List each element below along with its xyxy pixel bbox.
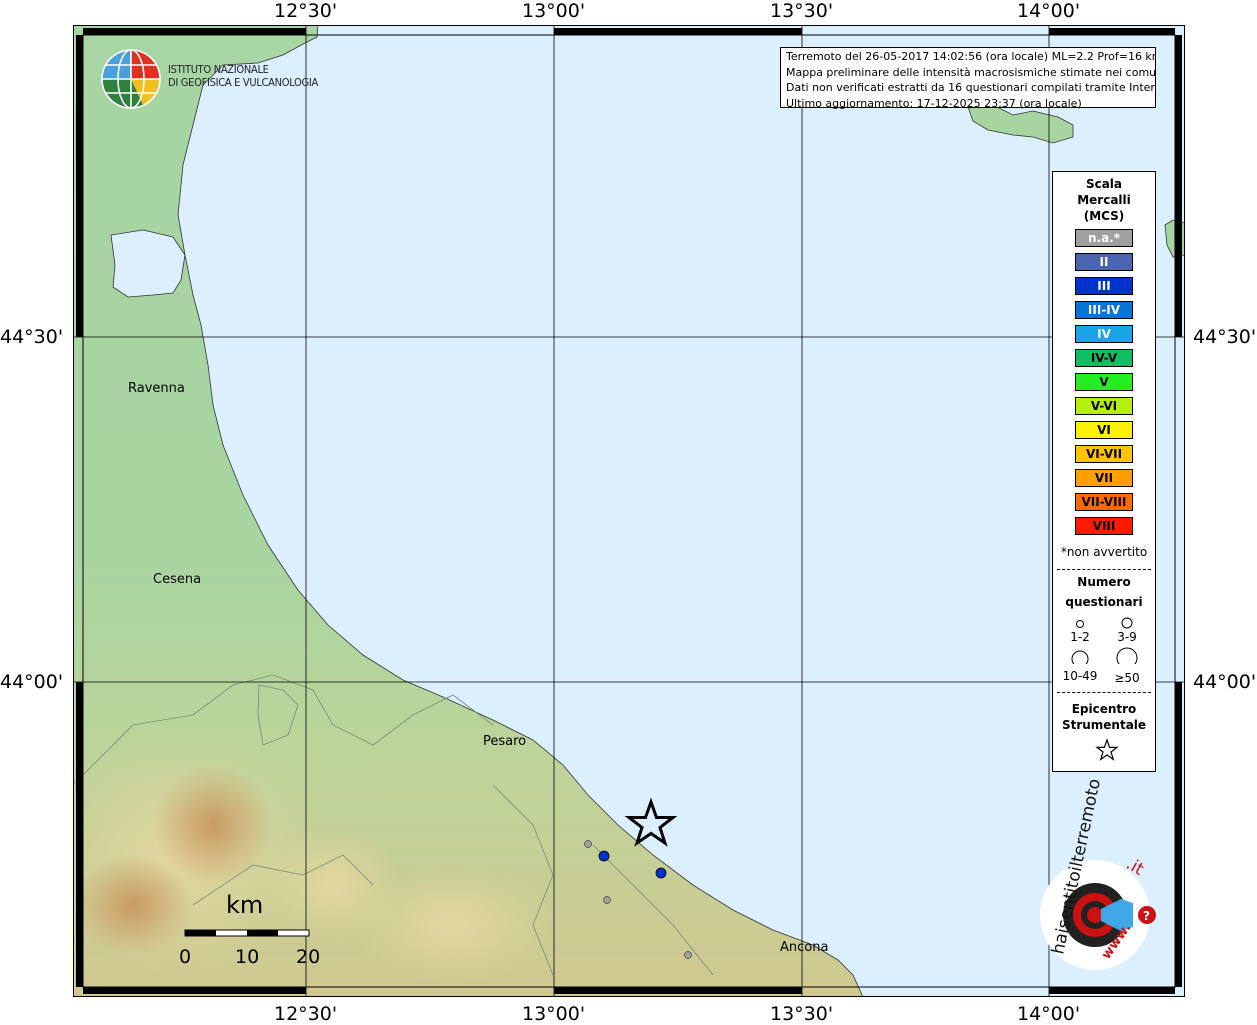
legend-separator xyxy=(1057,569,1151,570)
intensity-marker-na[interactable] xyxy=(584,840,592,848)
legend-swatch-iv: IV xyxy=(1075,325,1133,343)
lon-label-top-1300: 13°00' xyxy=(522,0,586,22)
lon-label-top-1330: 13°30' xyxy=(770,0,834,22)
scale-tick-0: 0 xyxy=(179,946,191,968)
legend-swatch-n-a: n.a.* xyxy=(1075,229,1133,247)
legend-swatch-v-vi: V-VI xyxy=(1075,397,1133,415)
city-label-ancona: Ancona xyxy=(780,940,828,955)
lat-label-left-4430: 44°30' xyxy=(0,326,64,348)
lon-label-bottom-1330: 13°30' xyxy=(770,1003,834,1025)
legend-count-title2: questionari xyxy=(1065,595,1143,609)
legend-swatch-iv-v: IV-V xyxy=(1075,349,1133,367)
lon-label-top-1400: 14°00' xyxy=(1017,0,1081,22)
ingv-logo-text: ISTITUTO NAZIONALE DI GEOFISICA E VULCAN… xyxy=(168,63,318,89)
legend-count-title1: Numero xyxy=(1077,575,1131,589)
event-info-line3: Dati non verificati estratti da 16 quest… xyxy=(786,81,1155,94)
count-label-50: ≥50 xyxy=(1114,671,1140,685)
lagoon xyxy=(110,229,186,298)
lat-label-left-4400: 44°00' xyxy=(0,671,64,693)
relief-mountain xyxy=(73,855,193,955)
legend-swatch-iii: III xyxy=(1075,277,1133,295)
city-label-pesaro: Pesaro xyxy=(483,734,526,749)
count-label-1-2: 1-2 xyxy=(1070,630,1090,644)
legend-epicenter-title1: Epicentro xyxy=(1071,702,1137,716)
event-info-line4: Ultimo aggiornamento: 17-12-2025 23:37 (… xyxy=(786,96,1082,110)
scale-unit: km xyxy=(226,891,263,919)
legend-swatch-v: V xyxy=(1075,373,1133,391)
legend-separator xyxy=(1057,692,1151,693)
legend-title-scala: Scala xyxy=(1085,177,1123,191)
event-info-line1: Terremoto del 26-05-2017 14:02:56 (ora l… xyxy=(786,50,1155,63)
intensity-marker-iii[interactable] xyxy=(655,867,667,879)
lat-label-right-4430: 44°30' xyxy=(1193,326,1257,348)
legend-epicenter-title2: Strumentale xyxy=(1061,718,1147,732)
legend-swatch-vi-vii: VI-VII xyxy=(1075,445,1133,463)
count-label-3-9: 3-9 xyxy=(1117,630,1137,644)
intensity-marker-na[interactable] xyxy=(603,896,611,904)
lon-label-bottom-1230: 12°30' xyxy=(274,1003,338,1025)
lon-label-top-1230: 12°30' xyxy=(274,0,338,22)
legend-star-icon xyxy=(1095,738,1119,761)
count-label-10-49: 10-49 xyxy=(1062,669,1098,683)
intensity-marker-na[interactable] xyxy=(684,951,692,959)
mcs-legend: Scala Mercalli (MCS) n.a.* II III III-IV IV I… xyxy=(1052,171,1156,772)
count-symbol-10-49 xyxy=(1071,650,1089,664)
legend-swatch-ii: II xyxy=(1075,253,1133,271)
ingv-logo-line2: DI GEOFISICA E VULCANOLOGIA xyxy=(168,76,318,89)
legend-swatch-viii: VIII xyxy=(1075,517,1133,535)
legend-swatch-iii-iv: III-IV xyxy=(1075,301,1133,319)
count-symbol-50 xyxy=(1116,647,1138,664)
count-symbol-1-2 xyxy=(1076,620,1084,628)
lon-label-bottom-1300: 13°00' xyxy=(522,1003,586,1025)
lon-label-bottom-1400: 14°00' xyxy=(1017,1003,1081,1025)
intensity-map[interactable]: Ravenna Cesena Pesaro Ancona km 0 10 20 xyxy=(73,25,1185,997)
scale-tick-20: 20 xyxy=(296,946,320,968)
city-label-cesena: Cesena xyxy=(153,572,201,587)
legend-title-mcs: (MCS) xyxy=(1083,209,1125,223)
scale-tick-10: 10 xyxy=(235,946,259,968)
legend-swatch-vii-viii: VII-VIII xyxy=(1075,493,1133,511)
intensity-marker-iii[interactable] xyxy=(598,850,610,862)
event-info-box: Terremoto del 26-05-2017 14:02:56 (ora l… xyxy=(780,47,1156,110)
scale-bar xyxy=(184,929,310,937)
map-frame[interactable]: Ravenna Cesena Pesaro Ancona km 0 10 20 xyxy=(73,25,1185,997)
event-info-line2: Mappa preliminare delle intensità macros… xyxy=(786,65,1155,79)
ingv-logo-icon xyxy=(101,49,161,109)
legend-title-mercalli: Mercalli xyxy=(1077,193,1131,207)
count-symbol-3-9 xyxy=(1121,617,1133,629)
legend-swatch-vi: VI xyxy=(1075,421,1133,439)
city-label-ravenna: Ravenna xyxy=(128,381,185,396)
ingv-logo-line1: ISTITUTO NAZIONALE xyxy=(168,63,269,76)
svg-text:?: ? xyxy=(1143,909,1150,923)
legend-swatch-vii: VII xyxy=(1075,469,1133,487)
relief-hills xyxy=(353,865,553,985)
lat-label-right-4400: 44°00' xyxy=(1193,671,1257,693)
legend-note: *non avvertito xyxy=(1060,545,1148,559)
